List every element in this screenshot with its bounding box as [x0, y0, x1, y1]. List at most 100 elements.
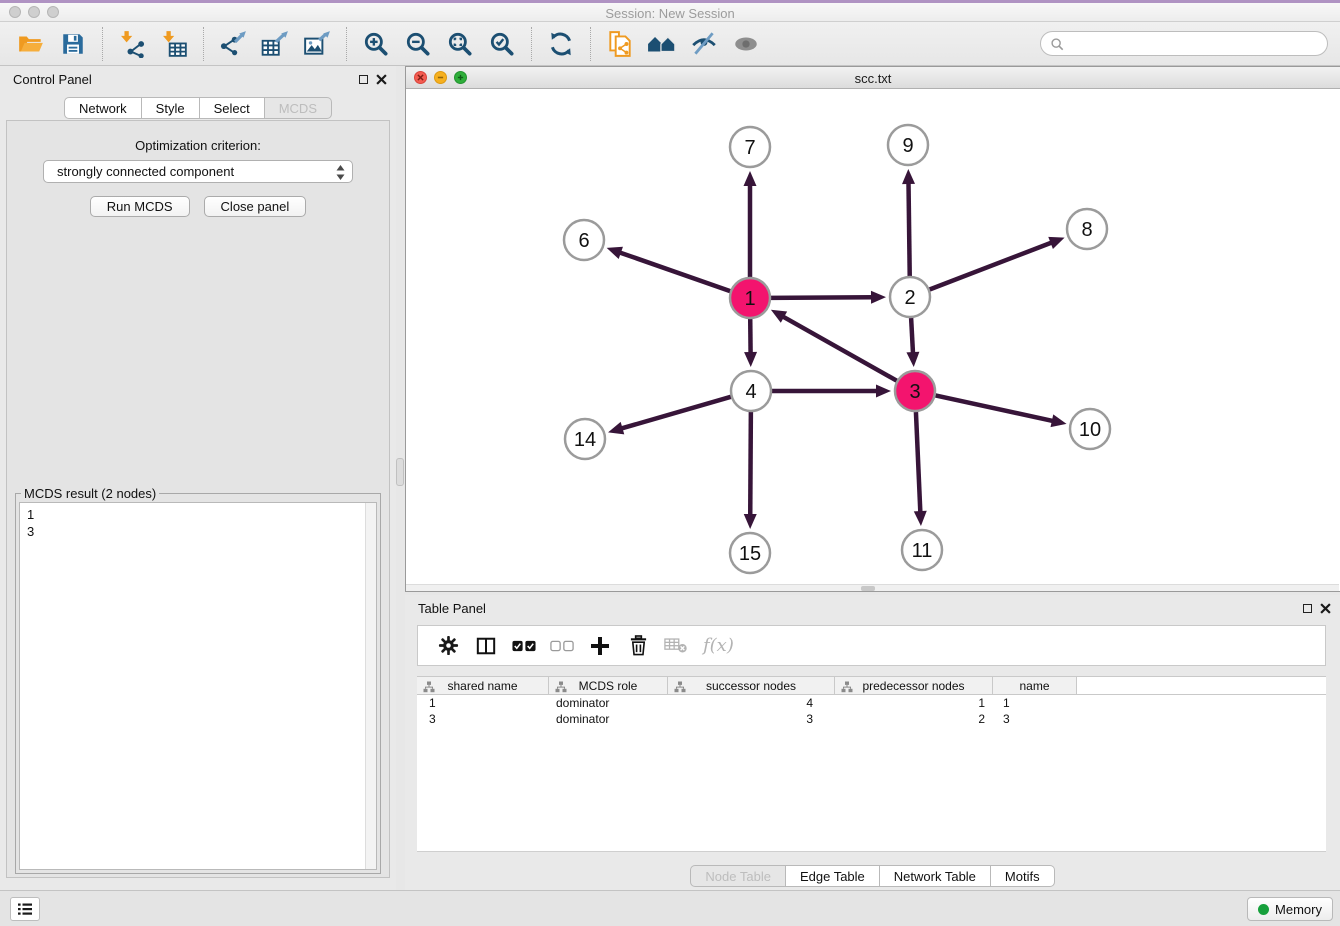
hide-selected-icon[interactable]	[687, 27, 721, 61]
table-body-empty	[417, 727, 1326, 852]
graph-edge[interactable]	[750, 412, 751, 516]
graph-node-label: 6	[578, 230, 589, 252]
hscrollbar-thumb[interactable]	[861, 586, 875, 591]
network-title: scc.txt	[406, 71, 1340, 86]
graph-edge-arrowhead	[914, 511, 927, 526]
graph-edge[interactable]	[782, 316, 896, 381]
graph-node-label: 10	[1079, 419, 1101, 441]
toolbar-separator	[346, 27, 347, 61]
mcds-result-text[interactable]: 1 3	[19, 502, 377, 870]
column-header-predecessor-nodes[interactable]: predecessor nodes	[835, 677, 993, 694]
column-header-successor-nodes[interactable]: successor nodes	[668, 677, 835, 694]
graph-edge-arrowhead	[744, 514, 757, 529]
close-table-panel-icon[interactable]	[1319, 602, 1332, 615]
network-hscrollbar[interactable]	[406, 584, 1339, 591]
criterion-select[interactable]: strongly connected component	[43, 160, 353, 183]
graph-edge[interactable]	[771, 297, 873, 298]
graph-edge[interactable]	[936, 395, 1054, 421]
graph-edge-arrowhead	[902, 169, 915, 184]
panel-splitter-handle[interactable]	[396, 458, 404, 486]
table-row[interactable]: 3 dominator 3 2 3	[417, 711, 1326, 727]
float-table-panel-icon[interactable]	[1301, 602, 1314, 615]
export-table-icon[interactable]	[258, 27, 292, 61]
export-image-icon[interactable]	[300, 27, 334, 61]
result-scrollbar[interactable]	[365, 503, 376, 869]
import-table-icon[interactable]	[157, 27, 191, 61]
graph-edge-arrowhead	[871, 291, 886, 304]
graph-edge-arrowhead	[1051, 414, 1067, 427]
control-panel: Control Panel Network Style Select MCDS …	[0, 66, 396, 890]
table-panel: Table Panel f(x)	[405, 595, 1340, 890]
graph-node-label: 4	[745, 381, 756, 403]
tab-network[interactable]: Network	[64, 97, 142, 119]
graph-edge[interactable]	[621, 397, 731, 429]
apply-layout-icon[interactable]	[544, 27, 578, 61]
mcds-result-title: MCDS result (2 nodes)	[21, 486, 159, 501]
node-table: shared name MCDS role successor nodes pr…	[417, 676, 1326, 852]
zoom-fit-icon[interactable]	[443, 27, 477, 61]
task-history-button[interactable]	[10, 897, 40, 921]
search-field[interactable]	[1040, 31, 1328, 56]
tab-select[interactable]: Select	[200, 97, 265, 119]
graph-edge-arrowhead	[608, 422, 624, 434]
delete-columns-icon[interactable]	[625, 633, 651, 659]
memory-label: Memory	[1275, 902, 1322, 917]
list-icon	[17, 902, 33, 916]
table-panel-title: Table Panel	[418, 601, 486, 616]
save-session-icon[interactable]	[56, 27, 90, 61]
search-icon	[1050, 37, 1064, 51]
select-all-check-icon[interactable]	[511, 633, 537, 659]
clone-network-icon[interactable]	[603, 27, 637, 61]
run-mcds-button[interactable]: Run MCDS	[90, 196, 190, 217]
table-options-icon[interactable]	[435, 633, 461, 659]
toolbar-separator	[590, 27, 591, 61]
column-header-mcds-role[interactable]: MCDS role	[549, 677, 668, 694]
import-network-icon[interactable]	[115, 27, 149, 61]
graph-node-label: 3	[909, 381, 920, 403]
graph-edge[interactable]	[916, 412, 920, 513]
network-graph[interactable]: 7968124314101511	[406, 89, 1339, 584]
deselect-all-check-icon[interactable]	[549, 633, 575, 659]
column-header-name[interactable]: name	[993, 677, 1077, 694]
create-column-icon[interactable]	[587, 633, 613, 659]
show-column-panel-icon[interactable]	[473, 633, 499, 659]
tab-edge-table[interactable]: Edge Table	[786, 865, 880, 887]
graph-node-label: 8	[1081, 219, 1092, 241]
show-hidden-icon[interactable]	[729, 27, 763, 61]
network-window: scc.txt 7968124314101511	[405, 66, 1340, 592]
tab-mcds[interactable]: MCDS	[265, 97, 332, 119]
open-session-icon[interactable]	[14, 27, 48, 61]
tree-icon	[841, 681, 853, 693]
graph-node-label: 9	[902, 135, 913, 157]
tab-node-table[interactable]: Node Table	[690, 865, 786, 887]
graph-node-label: 15	[739, 543, 761, 565]
table-row[interactable]: 1 dominator 4 1 1	[417, 695, 1326, 711]
memory-button[interactable]: Memory	[1247, 897, 1333, 921]
table-toolbar: f(x)	[417, 625, 1326, 666]
tree-icon	[423, 681, 435, 693]
graph-edge[interactable]	[930, 242, 1053, 289]
close-panel-button[interactable]: Close panel	[204, 196, 307, 217]
tab-style[interactable]: Style	[142, 97, 200, 119]
toolbar-separator	[102, 27, 103, 61]
close-panel-icon[interactable]	[375, 73, 388, 86]
tab-motifs[interactable]: Motifs	[991, 865, 1055, 887]
graph-edge-arrowhead	[876, 385, 891, 398]
zoom-in-icon[interactable]	[359, 27, 393, 61]
tab-network-table[interactable]: Network Table	[880, 865, 991, 887]
float-panel-icon[interactable]	[357, 73, 370, 86]
export-network-icon[interactable]	[216, 27, 250, 61]
zoom-out-icon[interactable]	[401, 27, 435, 61]
app-titlebar: Session: New Session	[0, 0, 1340, 22]
search-input[interactable]	[1069, 36, 1327, 51]
graph-node-label: 14	[574, 429, 596, 451]
zoom-selected-icon[interactable]	[485, 27, 519, 61]
column-header-shared-name[interactable]: shared name	[417, 677, 549, 694]
graph-node-label: 7	[744, 137, 755, 159]
graph-edge[interactable]	[908, 182, 909, 276]
graph-edge[interactable]	[619, 252, 730, 291]
show-all-networks-icon[interactable]	[645, 27, 679, 61]
graph-edge[interactable]	[911, 318, 913, 354]
function-builder-icon: f(x)	[703, 635, 734, 656]
main-toolbar	[0, 22, 1340, 66]
